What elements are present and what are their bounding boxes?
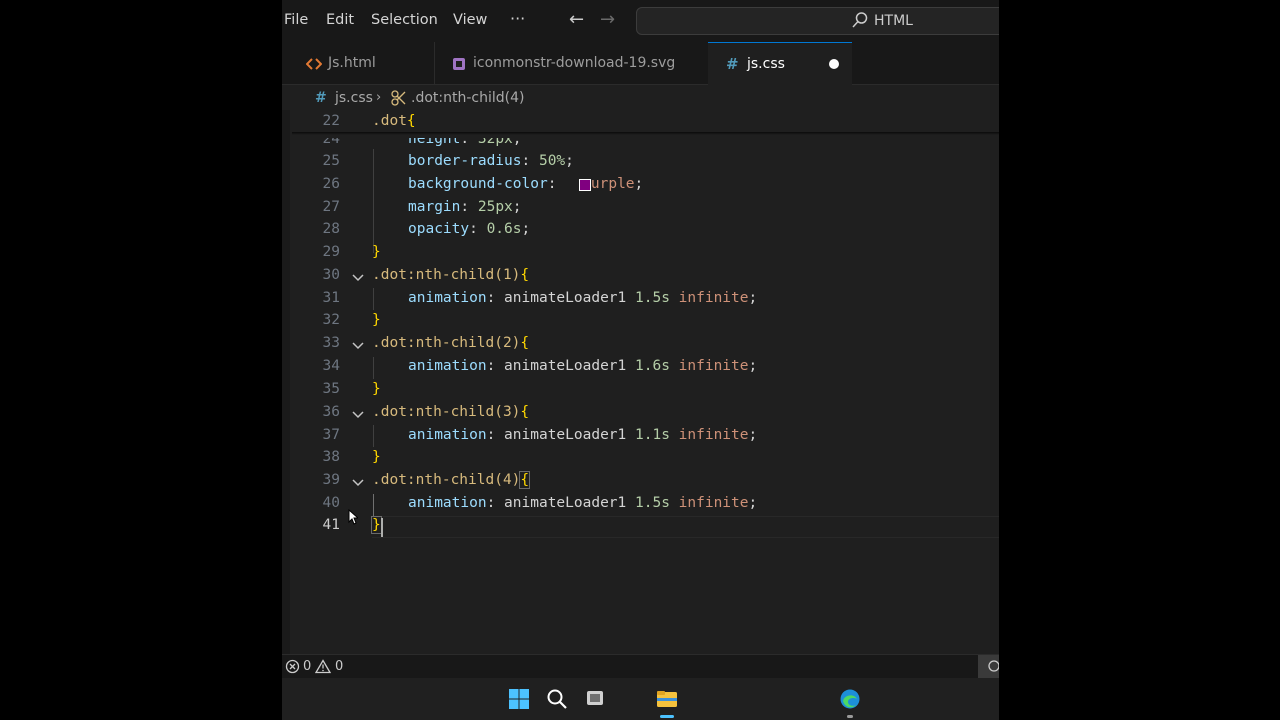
code-line: background-color: purple;	[408, 176, 644, 192]
tab-bar: Js.html iconmonstr-download-19.svg # js.…	[282, 42, 999, 85]
tab-js-html[interactable]: Js.html	[282, 42, 434, 85]
current-line-highlight	[372, 516, 999, 538]
tab-label: Js.html	[328, 55, 376, 71]
windows-start-icon[interactable]	[508, 688, 530, 710]
unsaved-dot-icon[interactable]	[829, 59, 839, 69]
code-line: .dot:nth-child(2){	[372, 335, 530, 351]
code-line: animation: animateLoader1 1.1s infinite;	[408, 427, 758, 443]
code-line: animation: animateLoader1 1.5s infinite;	[408, 495, 758, 511]
error-icon[interactable]	[285, 659, 300, 674]
line-number-active: 41	[322, 517, 340, 533]
tab-svg-file[interactable]: iconmonstr-download-19.svg	[434, 42, 708, 85]
html-file-icon	[306, 58, 322, 70]
chevron-down-icon[interactable]	[351, 476, 365, 490]
search-icon	[852, 12, 868, 28]
indent-guide	[373, 425, 374, 447]
code-line: .dot{	[372, 113, 416, 129]
code-line: .dot:nth-child(1){	[372, 267, 530, 283]
line-number: 30	[322, 267, 340, 283]
back-arrow-icon[interactable]: ←	[569, 9, 584, 30]
line-number: 28	[322, 221, 340, 237]
symbol-class-icon	[391, 90, 406, 106]
line-number: 35	[322, 381, 340, 397]
menu-view[interactable]: View	[453, 12, 487, 28]
warning-icon[interactable]	[315, 659, 331, 674]
task-view-icon[interactable]	[584, 688, 606, 710]
scrollbar-track[interactable]	[282, 110, 290, 654]
line-number: 27	[322, 199, 340, 215]
line-number: 29	[322, 244, 340, 260]
code-line: }	[372, 312, 381, 328]
menu-file[interactable]: File	[284, 12, 308, 28]
error-count[interactable]: 0	[303, 659, 311, 674]
search-text: HTML	[874, 13, 913, 29]
code-line: animation: animateLoader1 1.6s infinite;	[408, 358, 758, 374]
menu-bar: File Edit Selection View ··· ← → HTML	[282, 0, 999, 42]
line-number: 31	[322, 290, 340, 306]
command-center-search[interactable]: HTML	[636, 7, 999, 35]
forward-arrow-icon[interactable]: →	[600, 9, 615, 30]
menu-more[interactable]: ···	[510, 9, 525, 28]
running-app-indicator	[847, 715, 853, 718]
line-number: 26	[322, 176, 340, 192]
code-line: .dot:nth-child(4){	[372, 471, 531, 489]
chevron-down-icon[interactable]	[351, 408, 365, 422]
chevron-down-icon[interactable]	[351, 271, 365, 285]
menu-edit[interactable]: Edit	[326, 12, 354, 28]
tab-label: js.css	[747, 56, 785, 72]
color-swatch[interactable]	[579, 179, 591, 191]
vscode-window: File Edit Selection View ··· ← → HTML Js…	[282, 0, 999, 720]
code-line: animation: animateLoader1 1.5s infinite;	[408, 290, 758, 306]
code-line: }	[372, 244, 381, 260]
indent-guide	[373, 494, 374, 516]
breadcrumb: # js.css › .dot:nth-child(4)	[282, 86, 999, 110]
indent-guide	[373, 288, 374, 310]
code-line: opacity: 0.6s;	[408, 221, 531, 237]
line-number: 38	[322, 449, 340, 465]
file-explorer-icon[interactable]	[656, 688, 678, 710]
menu-selection[interactable]: Selection	[371, 12, 438, 28]
status-bar: 0 0	[282, 654, 999, 678]
breadcrumb-file[interactable]: js.css	[335, 90, 373, 106]
search-icon[interactable]	[546, 688, 568, 710]
css-file-icon: #	[315, 90, 327, 106]
code-editor[interactable]: 22 .dot{ 24 height: 32px; 25 border-radi…	[282, 110, 999, 654]
tab-label: iconmonstr-download-19.svg	[473, 55, 676, 71]
line-number: 40	[322, 495, 340, 511]
code-line: }	[372, 381, 381, 397]
code-line: margin: 25px;	[408, 199, 522, 215]
indent-guide	[373, 149, 374, 253]
notifications-button[interactable]	[978, 655, 999, 678]
breadcrumb-symbol[interactable]: .dot:nth-child(4)	[411, 90, 524, 106]
chevron-right-icon: ›	[376, 90, 382, 105]
code-line: }	[372, 449, 381, 465]
sticky-scroll-shadow	[292, 132, 999, 135]
text-cursor	[381, 518, 383, 537]
code-line: }	[371, 516, 382, 534]
code-line: .dot:nth-child(3){	[372, 404, 530, 420]
line-number: 37	[322, 427, 340, 443]
line-number: 32	[322, 312, 340, 328]
tab-js-css[interactable]: # js.css	[708, 42, 852, 85]
indent-guide	[373, 357, 374, 379]
line-number: 34	[322, 358, 340, 374]
bell-icon	[988, 660, 999, 672]
taskbar	[282, 678, 999, 720]
css-file-icon: #	[726, 55, 739, 73]
active-app-indicator	[660, 715, 674, 718]
line-number: 22	[322, 113, 340, 129]
line-number: 39	[322, 472, 340, 488]
warning-count[interactable]: 0	[335, 659, 343, 674]
line-number: 33	[322, 335, 340, 351]
line-number: 25	[322, 153, 340, 169]
mouse-pointer-icon	[348, 509, 358, 525]
code-line: border-radius: 50%;	[408, 153, 574, 169]
line-number: 36	[322, 404, 340, 420]
edge-browser-icon[interactable]	[839, 688, 861, 710]
svg-file-icon	[453, 58, 465, 70]
chevron-down-icon[interactable]	[351, 339, 365, 353]
